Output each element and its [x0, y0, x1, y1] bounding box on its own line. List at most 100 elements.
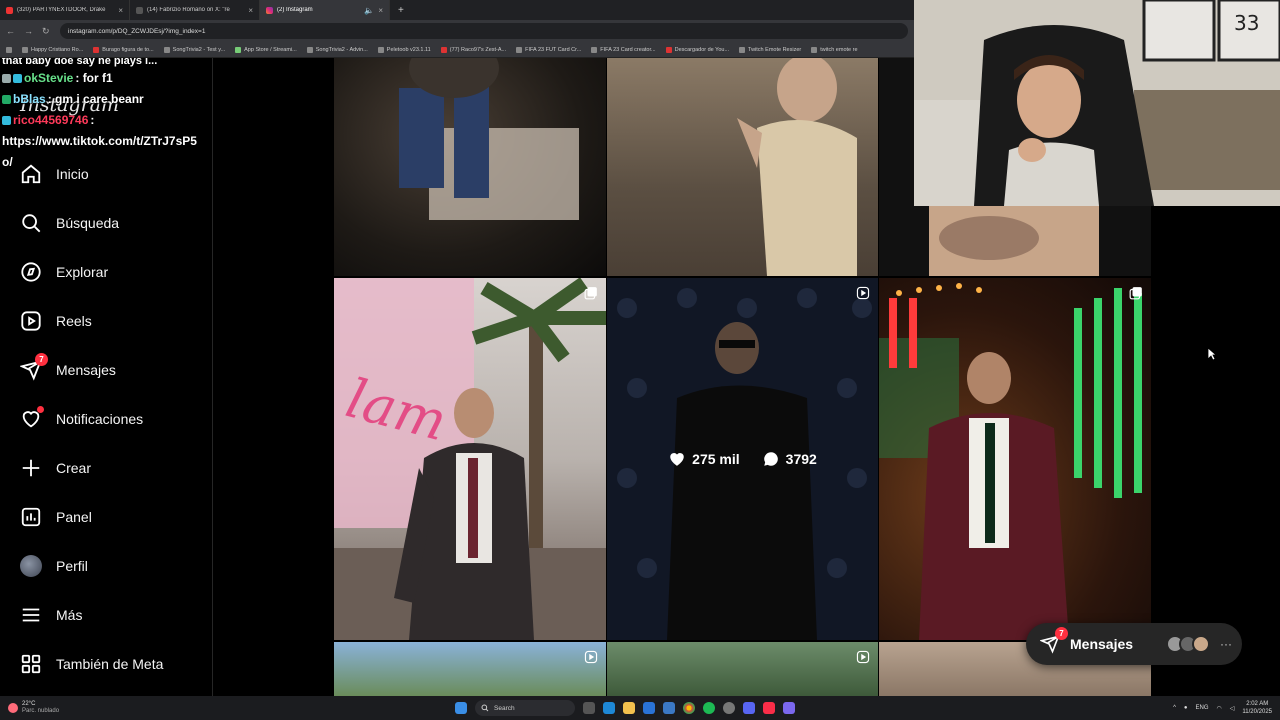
likes-stat: 275 mil	[668, 450, 740, 468]
plus-icon	[20, 457, 42, 479]
sidebar-item-perfil[interactable]: Perfil	[20, 555, 88, 577]
chat-link-cont: o/	[2, 155, 13, 169]
edge-icon[interactable]	[603, 702, 615, 714]
messenger-icon: 7	[20, 353, 48, 381]
sidebar-item-busqueda[interactable]: Búsqueda	[20, 212, 119, 234]
wifi-icon[interactable]: ◠	[1217, 705, 1222, 712]
music-icon[interactable]	[763, 702, 775, 714]
search-icon	[481, 704, 489, 712]
discord-icon[interactable]	[743, 702, 755, 714]
task-view-icon[interactable]	[583, 702, 595, 714]
sidebar-item-meta[interactable]: También de Meta	[20, 653, 163, 675]
address-bar-row: ← → ↻ instagram.com/p/DQ_ZCWJDEsj/?img_i…	[0, 20, 914, 42]
comments-stat: 3792	[762, 450, 817, 468]
post-thumbnail[interactable]: lam	[334, 278, 606, 640]
app-icon[interactable]	[783, 702, 795, 714]
webcam-image: 33	[914, 0, 1280, 206]
search-icon	[20, 212, 42, 234]
sidebar-item-notificaciones[interactable]: Notificaciones	[20, 406, 143, 430]
url-input[interactable]: instagram.com/p/DQ_ZCWJDEsj/?img_index=1	[60, 23, 908, 39]
back-icon[interactable]: ←	[6, 26, 16, 36]
instagram-icon	[266, 6, 273, 14]
new-tab-button[interactable]: +	[390, 5, 412, 16]
sidebar-item-mensajes[interactable]: 7 Mensajes	[20, 353, 116, 381]
close-icon[interactable]: ×	[118, 6, 123, 15]
forward-icon[interactable]: →	[24, 26, 34, 36]
chat-message: okStevie : for f1	[2, 68, 212, 89]
bookmark[interactable]: FIFA 23 FUT Card Cr...	[516, 46, 581, 53]
windows-taskbar: 22°C Parc. nublado Search ^ ● ENG ◠ ◁ 2:…	[0, 696, 1280, 720]
menu-icon	[20, 604, 42, 626]
bookmark[interactable]: Twitch Emote Resizer	[739, 46, 801, 53]
bookmark[interactable]: Descargador de You...	[665, 46, 729, 53]
obs-icon[interactable]	[723, 702, 735, 714]
volume-icon[interactable]: ◁	[1230, 705, 1235, 712]
carousel-icon	[1129, 286, 1143, 300]
badge-icon	[2, 74, 11, 83]
post-thumbnail[interactable]	[607, 642, 878, 696]
apps-icon[interactable]	[6, 46, 12, 53]
heart-icon	[670, 453, 684, 466]
taskbar-search[interactable]: Search	[475, 700, 575, 716]
browser-tab[interactable]: (320) PARTYNEXTDOOR, Drake ×	[0, 0, 130, 20]
avatar	[20, 555, 42, 577]
chart-icon	[20, 506, 42, 528]
mensajes-badge: 7	[35, 353, 48, 366]
clock[interactable]: 2:02 AM 11/20/2025	[1242, 700, 1272, 716]
avatar	[1192, 635, 1210, 653]
bookmark[interactable]: twitch emote re	[811, 46, 858, 53]
reel-icon	[584, 650, 598, 664]
chrome-icon[interactable]	[683, 702, 695, 714]
post-thumbnail[interactable]	[607, 58, 878, 276]
post-image	[879, 283, 1142, 640]
comment-icon	[763, 452, 778, 466]
bookmark[interactable]: FIFA 23 Card creator...	[591, 46, 656, 53]
chevron-up-icon[interactable]: ^	[1173, 705, 1176, 711]
post-thumbnail[interactable]	[879, 278, 1151, 640]
badge-icon	[13, 74, 22, 83]
mail-icon[interactable]	[663, 702, 675, 714]
chat-link: https://www.tiktok.com/t/ZTrJ7sP5	[2, 134, 197, 148]
browser-tab-bar: (320) PARTYNEXTDOOR, Drake × (14) Fabriz…	[0, 0, 914, 20]
close-icon[interactable]: ×	[248, 6, 253, 15]
streamer-webcam: 33	[914, 0, 1280, 206]
store-icon[interactable]	[643, 702, 655, 714]
file-explorer-icon[interactable]	[623, 702, 635, 714]
bookmark[interactable]: SongTrivia2 - Advin...	[306, 46, 368, 53]
stream-chat-overlay: that baby doe say he plays i... okStevie…	[2, 58, 212, 173]
system-tray: ^ ● ENG ◠ ◁ 2:02 AM 11/20/2025	[1173, 700, 1272, 716]
post-thumbnail[interactable]	[334, 58, 606, 276]
youtube-icon	[6, 6, 13, 14]
mic-icon[interactable]: ●	[1184, 705, 1188, 711]
browser-tab[interactable]: (14) Fabrizio Romano on X: "re ×	[130, 0, 260, 20]
sidebar-item-mas[interactable]: Más	[20, 604, 82, 626]
close-icon[interactable]: ×	[378, 6, 383, 15]
bookmark[interactable]: App Store / Streami...	[235, 46, 297, 53]
sidebar-item-explorar[interactable]: Explorar	[20, 261, 108, 283]
bookmark[interactable]: (77) Raco97's Zest-A...	[440, 46, 506, 53]
sidebar-item-reels[interactable]: Reels	[20, 310, 92, 332]
more-icon[interactable]: ···	[1220, 637, 1232, 651]
bookmark[interactable]: SongTrivia2 - Test y...	[163, 46, 225, 53]
reel-icon	[856, 650, 870, 664]
windows-start-icon[interactable]	[455, 702, 467, 714]
bookmark[interactable]: Peletoob v23.1.11	[377, 46, 431, 53]
x-icon	[136, 6, 143, 14]
sidebar-item-crear[interactable]: Crear	[20, 457, 91, 479]
compass-icon	[20, 261, 42, 283]
weather-widget[interactable]: 22°C Parc. nublado	[0, 701, 200, 715]
messages-floating-button[interactable]: 7 Mensajes ···	[1026, 623, 1242, 665]
spotify-icon[interactable]	[703, 702, 715, 714]
sidebar-item-panel[interactable]: Panel	[20, 506, 92, 528]
post-thumbnail[interactable]: 275 mil 3792	[607, 278, 878, 640]
badge-icon	[2, 116, 11, 125]
reels-icon	[20, 310, 42, 332]
chat-message: bBlas : gm i care beanr	[2, 89, 212, 110]
speaker-icon[interactable]: 🔈	[364, 6, 374, 15]
weather-icon	[8, 703, 18, 713]
bookmark[interactable]: Happy Cristiano Ro...	[22, 46, 83, 53]
browser-tab-active[interactable]: (2) Instagram 🔈 ×	[260, 0, 390, 20]
reload-icon[interactable]: ↻	[42, 26, 52, 37]
post-thumbnail[interactable]	[334, 642, 606, 696]
bookmark[interactable]: Burago figura de to...	[93, 46, 154, 53]
